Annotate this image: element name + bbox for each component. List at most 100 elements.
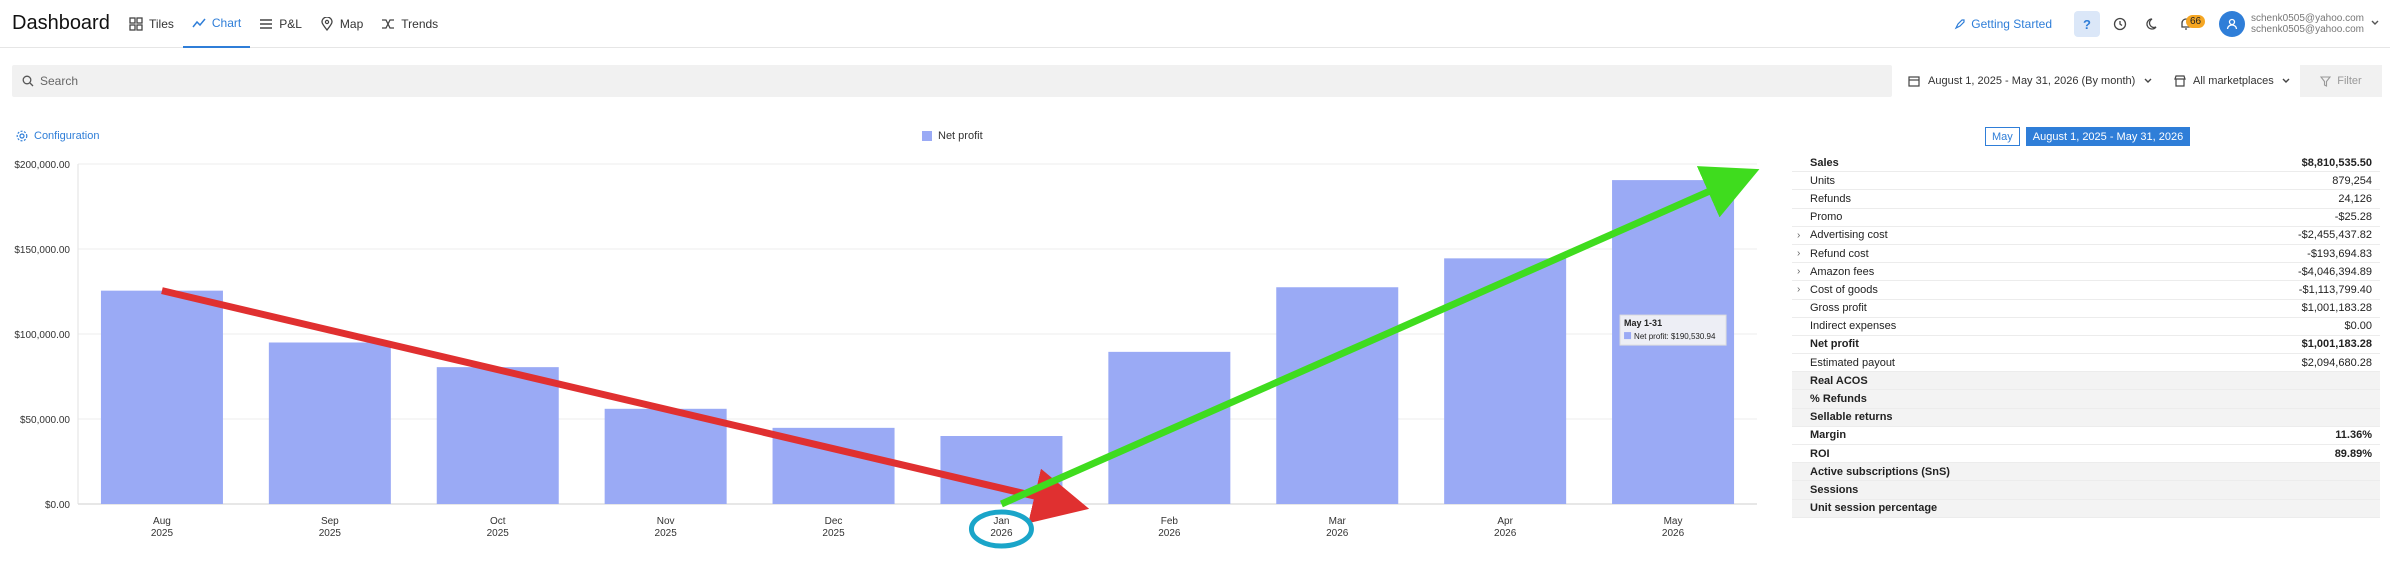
metric-value: $0.00 [2344, 320, 2372, 333]
chevron-right-icon[interactable]: › [1797, 266, 1800, 277]
search-input[interactable] [40, 74, 1840, 88]
period-button-may[interactable]: May [1985, 127, 2020, 146]
chart-legend[interactable]: Net profit [922, 130, 983, 142]
filter-icon [2320, 75, 2332, 87]
tooltip-swatch [1624, 332, 1632, 340]
search-bar[interactable] [12, 65, 1892, 97]
help-icon: ? [2083, 16, 2091, 32]
account-menu-chevron-icon[interactable] [2370, 15, 2380, 33]
nav-tab-label: Tiles [149, 17, 174, 31]
filter-button[interactable]: Filter [2300, 65, 2382, 97]
dark-mode-toggle[interactable] [2140, 11, 2166, 37]
grid-icon [129, 17, 143, 31]
metric-label: Net profit [1810, 338, 1859, 351]
nav-tab-label: Chart [211, 16, 242, 30]
history-button[interactable] [2107, 11, 2133, 37]
x-tick-year: 2026 [1158, 528, 1181, 539]
date-range-picker[interactable]: August 1, 2025 - May 31, 2026 (By month) [1908, 65, 2153, 97]
x-tick-month: Apr [1497, 516, 1513, 527]
avatar[interactable] [2219, 11, 2245, 37]
header-tools: Getting Started ? 66 schenk0505@yahoo.co… [1954, 0, 2390, 48]
x-tick-month: Nov [657, 516, 675, 527]
configuration-label: Configuration [34, 130, 100, 142]
metric-label: Advertising cost [1810, 229, 1888, 242]
getting-started-link[interactable]: Getting Started [1954, 17, 2052, 31]
metric-label: ROI [1810, 447, 1830, 460]
metric-label: Refunds [1810, 192, 1851, 205]
metric-row: % Refunds [1792, 390, 2380, 409]
date-range-label: August 1, 2025 - May 31, 2026 (By month) [1928, 75, 2136, 87]
store-icon [2174, 75, 2186, 87]
metric-row: Real ACOS [1792, 372, 2380, 391]
nav-tab-tiles[interactable]: Tiles [120, 0, 183, 48]
clock-icon [2113, 17, 2127, 31]
nav-tab-label: Map [339, 17, 364, 31]
metric-row[interactable]: › Refund cost -$193,694.83 [1792, 245, 2380, 264]
metric-value: -$1,113,799.40 [2298, 283, 2372, 296]
search-icon [22, 75, 34, 87]
metric-row: Gross profit $1,001,183.28 [1792, 300, 2380, 318]
nav-tab-pl[interactable]: P&L [250, 0, 311, 48]
map-pin-icon [321, 17, 333, 31]
notification-count-badge: 66 [2186, 15, 2206, 28]
x-tick-year: 2025 [319, 528, 342, 539]
metric-value: -$193,694.83 [2307, 247, 2372, 260]
y-tick-label: $0.00 [45, 500, 70, 511]
period-button-range[interactable]: August 1, 2025 - May 31, 2026 [2025, 127, 2191, 146]
gear-icon [16, 130, 28, 142]
chevron-right-icon[interactable]: › [1797, 230, 1800, 241]
help-button[interactable]: ? [2074, 11, 2100, 37]
metric-value: 879,254 [2332, 174, 2372, 187]
metric-row[interactable]: › Advertising cost -$2,455,437.82 [1792, 227, 2380, 245]
bar-oct [436, 367, 559, 504]
y-tick-label: $150,000.00 [14, 245, 70, 256]
moon-icon [2146, 18, 2157, 30]
metric-value: 11.36% [2335, 429, 2372, 442]
chevron-right-icon[interactable]: › [1797, 248, 1800, 259]
nav-tab-label: Trends [401, 17, 439, 31]
metric-value: $1,001,183.28 [2301, 302, 2372, 315]
rocket-icon [1954, 19, 1965, 30]
metric-value: -$2,455,437.82 [2297, 229, 2372, 242]
x-tick-month: Mar [1329, 516, 1347, 527]
top-navigation-bar: Dashboard Tiles Chart P&L Map Trends Get… [0, 0, 2390, 48]
metric-row: Indirect expenses $0.00 [1792, 318, 2380, 336]
metric-label: Units [1810, 174, 1836, 187]
metric-label: Sellable returns [1810, 411, 1893, 424]
bar-apr [1444, 258, 1567, 504]
metric-row: Units 879,254 [1792, 172, 2380, 191]
nav-tab-trends[interactable]: Trends [372, 0, 447, 48]
chevron-right-icon[interactable]: › [1797, 284, 1800, 295]
account-emails[interactable]: schenk0505@yahoo.com schenk0505@yahoo.co… [2251, 13, 2364, 35]
metric-label: Indirect expenses [1810, 320, 1897, 333]
bar-jan [940, 436, 1063, 504]
x-tick-month: Oct [490, 516, 506, 527]
metric-row: Refunds 24,126 [1792, 190, 2380, 209]
metric-row: Promo -$25.28 [1792, 209, 2380, 227]
configuration-button[interactable]: Configuration [16, 130, 99, 142]
metric-row: Estimated payout $2,094,680.28 [1792, 354, 2380, 373]
marketplace-label: All marketplaces [2193, 75, 2274, 87]
x-tick-month: Aug [153, 516, 171, 527]
metric-value: 89.89% [2334, 447, 2372, 460]
bar-sep [268, 342, 391, 504]
tooltip-value: Net profit: $190,530.94 [1634, 332, 1716, 341]
metric-value: 24,126 [2338, 192, 2372, 205]
nav-tab-map[interactable]: Map [311, 0, 372, 48]
metric-label: Gross profit [1810, 302, 1867, 315]
metric-row[interactable]: › Amazon fees -$4,046,394.89 [1792, 263, 2380, 282]
marketplace-selector[interactable]: All marketplaces [2174, 65, 2291, 97]
account-email-primary: schenk0505@yahoo.com [2251, 13, 2364, 24]
metric-label: Estimated payout [1810, 356, 1895, 369]
getting-started-label: Getting Started [1971, 17, 2052, 31]
notifications-button[interactable]: 66 [2173, 11, 2206, 37]
x-tick-year: 2025 [151, 528, 174, 539]
filter-label: Filter [2337, 75, 2362, 87]
bar-mar [1276, 287, 1399, 504]
x-tick-year: 2026 [990, 528, 1013, 539]
nav-tab-chart[interactable]: Chart [182, 0, 251, 48]
metric-row[interactable]: › Cost of goods -$1,113,799.40 [1792, 281, 2380, 300]
metric-label: Refund cost [1810, 247, 1869, 260]
x-tick-month: Dec [825, 516, 843, 527]
list-icon [260, 19, 273, 29]
